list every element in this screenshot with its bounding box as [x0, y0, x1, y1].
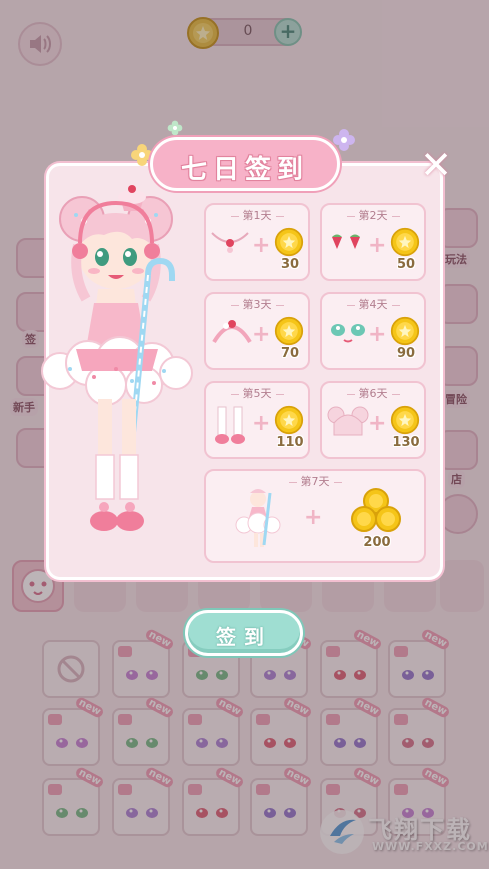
day-label: 第4天 — [322, 296, 424, 312]
reward-amount: 30 — [280, 257, 300, 272]
plus-icon: + — [304, 505, 323, 530]
day-card-3[interactable]: 第3天 +70 — [204, 292, 310, 370]
reward-amount: 200 — [363, 535, 391, 550]
dialog-title-banner: 七日签到 — [150, 137, 340, 191]
full-outfit-icon — [230, 487, 286, 555]
plus-icon: + — [368, 233, 387, 258]
day-card-5[interactable]: 第5天 +110 — [204, 381, 310, 459]
reward-amount: 90 — [396, 346, 416, 361]
signin-button[interactable]: 签到 — [185, 610, 303, 656]
day-label: 第1天 — [206, 207, 308, 223]
coin-icon — [274, 316, 304, 350]
reward-amount: 110 — [276, 435, 304, 450]
coin-icon — [274, 405, 304, 439]
reward-amount: 70 — [280, 346, 300, 361]
reward-amount: 50 — [396, 257, 416, 272]
plus-icon: + — [252, 322, 271, 347]
character-illustration — [41, 185, 193, 531]
day-card-2[interactable]: 第2天 +50 — [320, 203, 426, 281]
reward-amount: 130 — [392, 435, 420, 450]
day-card-4[interactable]: 第4天 +90 — [320, 292, 426, 370]
day-card-1[interactable]: 第1天 +30 — [204, 203, 310, 281]
coin-stack-icon — [350, 487, 402, 539]
strawberry-earrings-icon — [326, 227, 366, 261]
signin-button-label: 签到 — [216, 625, 272, 649]
day-card-7[interactable]: 第7天 +200 — [204, 469, 426, 563]
day-label: 第3天 — [206, 296, 308, 312]
dialog-title: 七日签到 — [180, 155, 309, 185]
plus-icon: + — [368, 322, 387, 347]
day-card-6[interactable]: 第6天 +130 — [320, 381, 426, 459]
close-dialog-button[interactable]: ✕ — [418, 146, 454, 184]
plus-icon: + — [252, 411, 271, 436]
coin-icon — [390, 405, 420, 439]
socks-icon — [210, 405, 250, 449]
day-label: 第6天 — [322, 385, 424, 401]
day-label: 第2天 — [322, 207, 424, 223]
face-sticker-icon — [326, 316, 370, 350]
coin-icon — [390, 316, 420, 350]
plus-icon: + — [252, 233, 271, 258]
hairstyle-icon — [326, 405, 370, 443]
flower-icon — [167, 120, 183, 136]
plus-icon: + — [368, 411, 387, 436]
headband-icon — [210, 316, 254, 350]
day-label: 第5天 — [206, 385, 308, 401]
close-icon: ✕ — [420, 143, 452, 187]
coin-icon — [390, 227, 420, 261]
coin-icon — [274, 227, 304, 261]
necklace-icon — [210, 227, 250, 261]
